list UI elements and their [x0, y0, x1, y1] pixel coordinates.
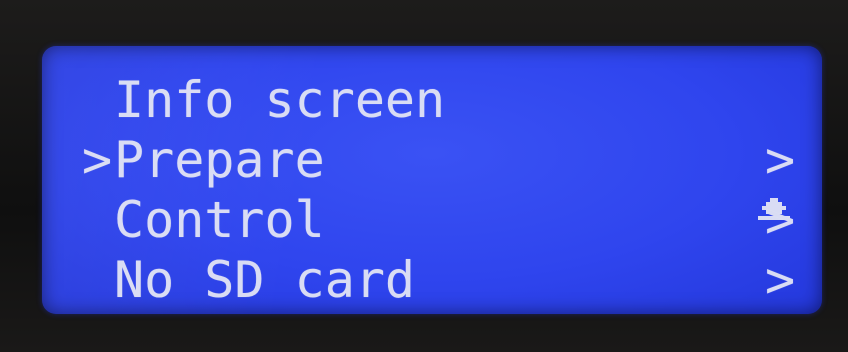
- menu-item-label: Prepare: [114, 131, 325, 189]
- menu-item-label: Control: [114, 191, 325, 249]
- menu-item-no-sd-card[interactable]: No SD card >: [42, 252, 822, 308]
- lcd-screen: Info screen > Prepare > Control > No SD …: [42, 46, 822, 314]
- display-bezel: Info screen > Prepare > Control > No SD …: [0, 0, 848, 352]
- up-arrow-icon: [754, 82, 794, 220]
- submenu-arrow-icon: >: [764, 191, 796, 249]
- selection-cursor: >: [82, 131, 113, 189]
- menu-item-prepare[interactable]: > Prepare >: [42, 132, 822, 188]
- menu-item-control[interactable]: Control >: [42, 192, 822, 248]
- menu-item-info-screen[interactable]: Info screen: [42, 71, 822, 220]
- submenu-arrow-icon: >: [764, 131, 796, 189]
- menu-item-label: Info screen: [114, 71, 446, 129]
- menu-item-label: No SD card: [114, 251, 416, 309]
- submenu-arrow-icon: >: [764, 251, 796, 309]
